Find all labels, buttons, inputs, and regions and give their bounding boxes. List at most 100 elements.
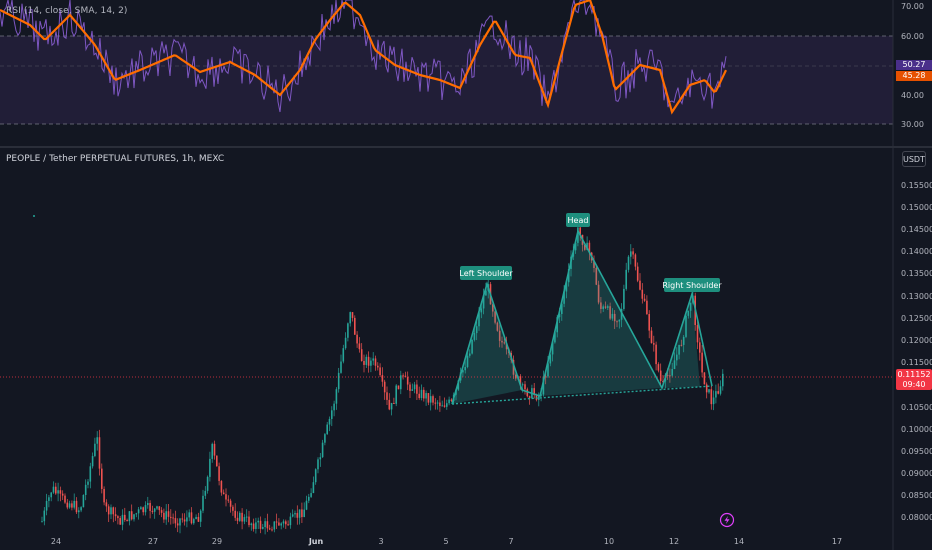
candle-body	[386, 392, 388, 400]
candle-body	[153, 508, 156, 512]
candle-body	[696, 325, 699, 343]
candle-body	[59, 490, 62, 494]
candle-body	[319, 457, 322, 460]
candle-body	[312, 482, 315, 494]
candle-body	[84, 484, 87, 496]
candle-body	[400, 375, 402, 390]
date-label: 5	[443, 537, 448, 546]
candle-body	[301, 509, 303, 518]
candle-body	[130, 511, 133, 520]
candle-body	[87, 481, 89, 485]
candle-body	[528, 396, 531, 399]
candle-body	[365, 356, 368, 365]
candle-body	[271, 529, 273, 531]
date-label: 14	[734, 537, 744, 546]
candle-body	[167, 511, 170, 517]
price-label: 0.12500	[901, 314, 932, 323]
candle-body	[450, 399, 453, 401]
candle-body	[250, 523, 253, 526]
candle-body	[41, 521, 43, 523]
candle-body	[257, 520, 259, 523]
rsi-legend[interactable]: RSI (14, close, SMA, 14, 2)	[6, 6, 128, 16]
candle-body	[383, 381, 386, 393]
candle-body	[703, 372, 706, 385]
candle-body	[206, 476, 209, 491]
candle-body	[411, 389, 414, 391]
marker-dot	[33, 215, 35, 217]
price-label: 0.09500	[901, 447, 932, 456]
rsi-level-label-60: 60.00	[901, 32, 924, 41]
candle-body	[144, 505, 147, 513]
candle-body	[347, 323, 349, 338]
candle-body	[305, 500, 308, 510]
candle-body	[448, 399, 450, 404]
candle-body	[216, 455, 218, 467]
candle-body	[255, 522, 257, 529]
symbol-title[interactable]: PEOPLE / Tether PERPETUAL FUTURES, 1h, M…	[6, 154, 224, 164]
price-label: 0.14500	[901, 225, 932, 234]
date-label: 17	[832, 537, 842, 546]
rsi-pane[interactable]: 70.00 60.00 40.00 30.00 RSI (14, close, …	[0, 0, 932, 146]
candle-body	[446, 403, 448, 407]
candle-body	[68, 503, 71, 508]
candle-body	[317, 459, 319, 470]
main-chart-pane[interactable]: Left Shoulder Head Right Shoulder 0.1550…	[0, 148, 932, 550]
candle-body	[390, 403, 393, 410]
candle-body	[646, 300, 648, 315]
candle-body	[229, 500, 232, 507]
price-label: 0.08500	[901, 491, 932, 500]
candle-body	[420, 389, 423, 399]
candle-body	[335, 389, 338, 404]
candle-body	[209, 458, 211, 477]
candle-body	[225, 494, 227, 500]
candle-body	[321, 442, 324, 458]
candle-body	[239, 512, 241, 521]
candle-body	[262, 527, 264, 529]
candle-body	[266, 521, 269, 529]
candle-body	[128, 511, 131, 522]
candle-body	[349, 312, 351, 324]
candle-body	[94, 443, 96, 457]
candle-body	[393, 403, 395, 405]
candle-body	[443, 405, 446, 407]
candle-body	[416, 384, 418, 394]
candle-body	[96, 437, 98, 444]
candle-body	[331, 410, 333, 419]
price-label: 0.11500	[901, 358, 932, 367]
candle-body	[358, 343, 361, 350]
candle-body	[252, 523, 255, 529]
price-chart: Left Shoulder Head Right Shoulder 0.1550…	[0, 148, 932, 550]
candle-body	[427, 393, 430, 403]
candle-body	[174, 518, 177, 524]
candle-body	[308, 496, 310, 501]
candle-body	[213, 443, 216, 456]
candle-body	[190, 512, 193, 524]
candle-body	[351, 312, 354, 318]
currency-button[interactable]: USDT	[902, 151, 926, 167]
candle-body	[73, 500, 75, 508]
price-axis[interactable]: 0.15500 0.15000 0.14500 0.14000 0.13500 …	[901, 181, 932, 522]
candle-body	[119, 518, 121, 525]
head-label: Head	[568, 216, 589, 225]
lightning-icon[interactable]	[719, 512, 735, 528]
candle-body	[135, 513, 138, 515]
candle-body	[434, 402, 437, 404]
candle-body	[105, 502, 108, 507]
candle-body	[236, 517, 239, 521]
candle-body	[441, 405, 443, 407]
rsi-sma-tag: 45.28	[896, 71, 932, 81]
candle-body	[248, 516, 250, 526]
rsi-level-label-30: 30.00	[901, 120, 924, 129]
price-label: 0.10500	[901, 403, 932, 412]
candle-body	[701, 352, 703, 373]
candle-body	[439, 402, 441, 406]
rsi-level-label-70: 70.00	[901, 2, 924, 11]
candle-body	[133, 514, 135, 520]
candle-body	[634, 254, 637, 267]
candle-body	[285, 521, 287, 525]
time-axis[interactable]: 24 27 29 Jun 3 5 7 10 12 14 17	[51, 537, 842, 546]
candle-body	[310, 493, 312, 497]
candle-body	[140, 507, 142, 510]
candle-body	[367, 356, 370, 366]
candle-body	[717, 391, 719, 394]
